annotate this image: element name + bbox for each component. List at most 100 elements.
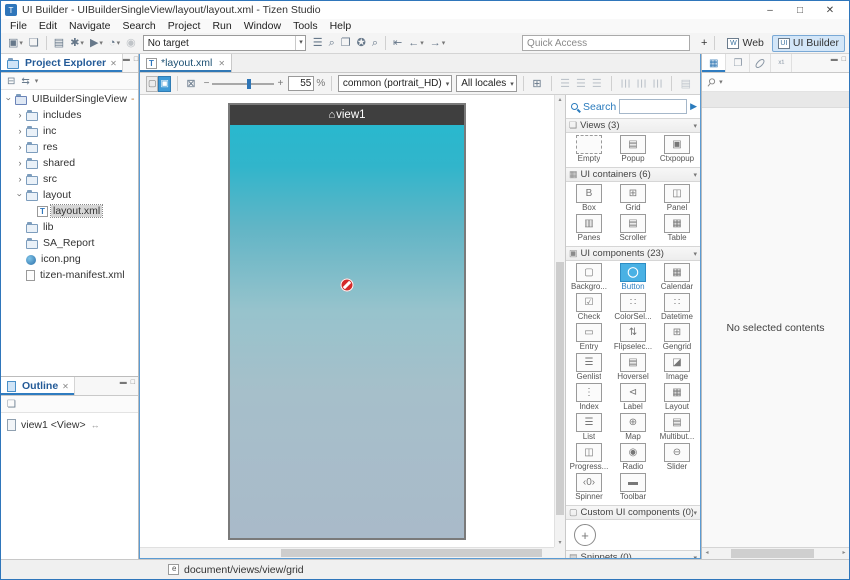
perspective-ui-builder-button[interactable]: UI UI Builder bbox=[772, 35, 845, 52]
device-preview[interactable]: ⌂ view1 bbox=[228, 103, 466, 540]
menu-help[interactable]: Help bbox=[324, 20, 358, 32]
horizontal-scroll-thumb[interactable] bbox=[281, 549, 542, 557]
scroll-left-icon[interactable]: ◂ bbox=[702, 548, 712, 559]
menu-edit[interactable]: Edit bbox=[33, 20, 63, 32]
resolution-combo[interactable]: common (portrait_HD) ▾ bbox=[338, 75, 452, 92]
palette-item-toolbar[interactable]: ▬Toolbar bbox=[611, 473, 655, 503]
tree-item-layout[interactable]: ›layout bbox=[1, 187, 138, 203]
zoom-out-icon[interactable]: − bbox=[204, 78, 210, 89]
palette-item-check[interactable]: ☑Check bbox=[567, 293, 611, 323]
close-button[interactable]: ✕ bbox=[815, 5, 845, 16]
palette-item-spinner[interactable]: ‹0›Spinner bbox=[567, 473, 611, 503]
tab-project-explorer[interactable]: Project Explorer ✕ bbox=[1, 54, 123, 72]
palette-item-entry[interactable]: ▭Entry bbox=[567, 323, 611, 353]
palette-section-custom[interactable]: ▢Custom UI components (0)▾ bbox=[566, 505, 700, 520]
tab-layout-xml[interactable]: *layout.xml ✕ bbox=[140, 54, 232, 72]
tree-item-lib[interactable]: lib bbox=[1, 219, 138, 235]
palette-item-datetime[interactable]: ∷Datetime bbox=[655, 293, 699, 323]
tab-outline[interactable]: Outline ✕ bbox=[1, 377, 75, 395]
view-menu-caret-icon[interactable]: ▾ bbox=[35, 77, 39, 85]
tasks-button[interactable]: ☰ bbox=[311, 34, 325, 52]
minimize-button[interactable]: – bbox=[755, 5, 785, 16]
zoom-slider-thumb[interactable] bbox=[247, 79, 251, 89]
palette-item-button[interactable]: ◯Button bbox=[611, 263, 655, 293]
menu-tools[interactable]: Tools bbox=[287, 20, 324, 32]
properties-horizontal-scrollbar[interactable]: ◂ ▸ bbox=[702, 547, 849, 559]
tree-item-src[interactable]: ›src bbox=[1, 171, 138, 187]
close-view-icon[interactable]: ✕ bbox=[62, 382, 69, 391]
back-button[interactable]: ←▾ bbox=[406, 34, 426, 52]
collapse-caret-icon[interactable]: ▾ bbox=[693, 509, 697, 517]
menu-search[interactable]: Search bbox=[116, 20, 161, 32]
palette-item-table[interactable]: ▦Table bbox=[655, 214, 699, 244]
outline-item-view1[interactable]: view1 <View> ↔ bbox=[1, 416, 138, 433]
chevron-collapsed-icon[interactable]: › bbox=[15, 142, 25, 152]
palette-item-panel[interactable]: ◫Panel bbox=[655, 184, 699, 214]
chevron-collapsed-icon[interactable]: › bbox=[15, 110, 25, 120]
source-view-toggle[interactable]: ▢ bbox=[146, 76, 158, 92]
profile-button[interactable]: ◔▾ bbox=[107, 34, 122, 52]
chevron-collapsed-icon[interactable]: › bbox=[15, 174, 25, 184]
palette-item-gengrid[interactable]: ⊞Gengrid bbox=[655, 323, 699, 353]
maximize-view-icon[interactable]: □ bbox=[131, 379, 135, 386]
chevron-expanded-icon[interactable]: › bbox=[15, 190, 25, 200]
fit-to-window-icon[interactable]: ⊠ bbox=[186, 77, 195, 90]
palette-item-hoversel[interactable]: ▤Hoversel bbox=[611, 353, 655, 383]
palette-item-label[interactable]: ⊲Label bbox=[611, 383, 655, 413]
tree-item-shared[interactable]: ›shared bbox=[1, 155, 138, 171]
tab-annotation[interactable]: ˣ¹ bbox=[771, 54, 792, 72]
minimize-view-icon[interactable]: ▬ bbox=[831, 56, 838, 63]
tab-attachments[interactable] bbox=[750, 54, 771, 72]
open-perspective-button[interactable]: + bbox=[699, 34, 709, 52]
certificate-button[interactable]: ✪ bbox=[355, 34, 368, 52]
palette-item-colorselector[interactable]: ∷ColorSel... bbox=[611, 293, 655, 323]
palette-item-slider[interactable]: ⊖Slider bbox=[655, 443, 699, 473]
palette-item-index[interactable]: ⋮Index bbox=[567, 383, 611, 413]
collapse-all-icon[interactable]: ⊟ bbox=[7, 76, 15, 87]
collapse-caret-icon[interactable]: ▾ bbox=[693, 554, 697, 559]
tree-item-uibuildersingleview[interactable]: ›UIBuilderSingleView- mobile-4.0 bbox=[1, 91, 138, 107]
chevron-expanded-icon[interactable]: › bbox=[4, 94, 14, 104]
menu-navigate[interactable]: Navigate bbox=[63, 20, 116, 32]
palette-item-image[interactable]: ◪Image bbox=[655, 353, 699, 383]
quick-access-input[interactable] bbox=[522, 35, 690, 51]
zoom-in-icon[interactable]: + bbox=[277, 78, 283, 89]
tree-item-tizen-manifest[interactable]: tizen-manifest.xml bbox=[1, 267, 138, 283]
maximize-view-icon[interactable]: □ bbox=[842, 56, 846, 63]
design-canvas[interactable]: ⌂ view1 bbox=[140, 95, 554, 547]
close-editor-icon[interactable]: ✕ bbox=[218, 59, 225, 68]
console-button[interactable]: ❐ bbox=[339, 34, 353, 52]
palette-item-calendar[interactable]: ▦Calendar bbox=[655, 263, 699, 293]
open-element-button[interactable]: ❏ bbox=[27, 34, 41, 52]
canvas-horizontal-scrollbar[interactable] bbox=[140, 547, 554, 558]
menu-window[interactable]: Window bbox=[238, 20, 287, 32]
chevron-collapsed-icon[interactable]: › bbox=[15, 126, 25, 136]
palette-item-progressbar[interactable]: ◫Progress... bbox=[567, 443, 611, 473]
design-view-toggle[interactable]: ▣ bbox=[158, 76, 170, 92]
close-view-icon[interactable]: ✕ bbox=[110, 59, 117, 68]
palette-item-list[interactable]: ☰List bbox=[567, 413, 611, 443]
palette-section-ui-containers[interactable]: ▦UI containers (6)▾ bbox=[566, 167, 700, 182]
run-button[interactable]: ▶▾ bbox=[88, 34, 105, 52]
maximize-button[interactable]: □ bbox=[785, 5, 815, 16]
perspective-web-button[interactable]: W Web bbox=[722, 35, 768, 52]
vertical-scroll-thumb[interactable] bbox=[556, 262, 564, 515]
new-button[interactable]: ▣▾ bbox=[6, 34, 25, 52]
tab-preview[interactable]: ❐ bbox=[726, 54, 750, 72]
search-go-icon[interactable]: ▶ bbox=[690, 101, 697, 112]
tree-item-icon-png[interactable]: icon.png bbox=[1, 251, 138, 267]
chevron-collapsed-icon[interactable]: › bbox=[15, 158, 25, 168]
target-combo[interactable]: No target ▾ bbox=[143, 35, 306, 51]
collapse-caret-icon[interactable]: ▾ bbox=[693, 122, 697, 130]
tree-item-inc[interactable]: ›inc bbox=[1, 123, 138, 139]
palette-item-grid[interactable]: ⊞Grid bbox=[611, 184, 655, 214]
view-background[interactable] bbox=[230, 125, 464, 538]
search-analyzer-button[interactable]: ⌕ bbox=[327, 34, 337, 52]
form-preview-icon[interactable]: ⊞ bbox=[532, 77, 541, 90]
tree-item-includes[interactable]: ›includes bbox=[1, 107, 138, 123]
collapse-caret-icon[interactable]: ▾ bbox=[693, 171, 697, 179]
palette-item-map[interactable]: ⊕Map bbox=[611, 413, 655, 443]
zoom-value-input[interactable] bbox=[288, 76, 314, 91]
palette-item-box[interactable]: BBox bbox=[567, 184, 611, 214]
canvas-vertical-scrollbar[interactable]: ▴ ▾ bbox=[554, 95, 565, 547]
